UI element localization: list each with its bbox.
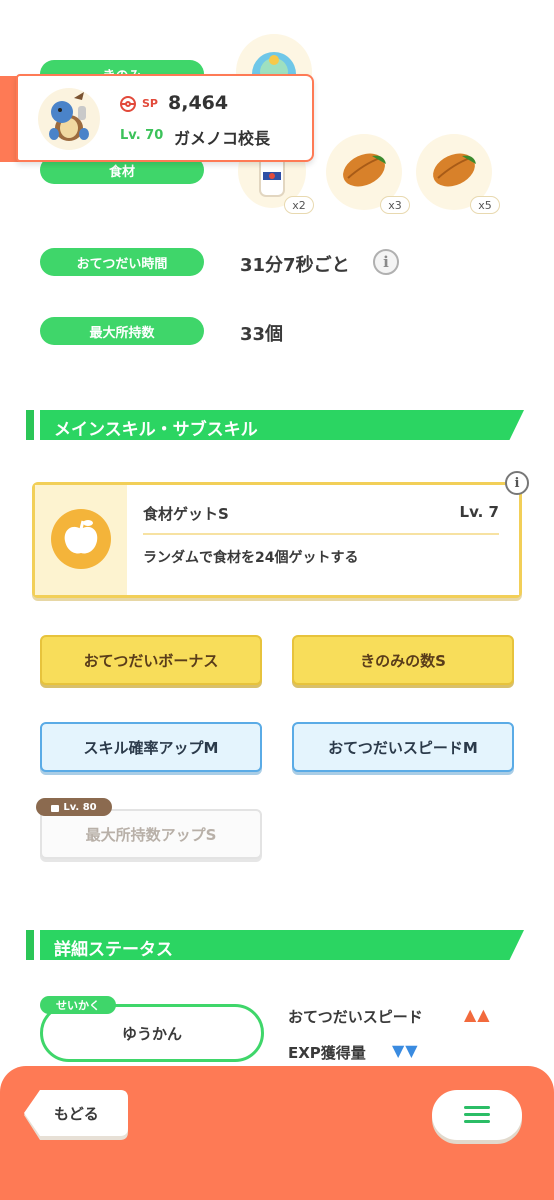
main-skill-divider xyxy=(143,533,499,535)
section-title: メインスキル・サブスキル xyxy=(54,420,258,440)
help-time-value: 31分7秒ごと xyxy=(240,255,350,276)
sub-skill-button[interactable]: スキル確率アップM xyxy=(40,722,262,772)
main-skill-content xyxy=(127,485,519,595)
section-title: 詳細ステータス xyxy=(54,940,173,960)
sub-skill-button-locked[interactable]: 最大所持数アップS xyxy=(40,809,262,859)
sp-value: 8,464 xyxy=(168,92,229,114)
lock-level-badge: Lv. 80 xyxy=(36,798,112,816)
stat-up-label: おてつだいスピード xyxy=(288,1008,423,1026)
stat-down-label: EXP獲得量 xyxy=(288,1044,366,1062)
lock-icon xyxy=(51,804,60,812)
pokemon-card[interactable]: SP 8,464 Lv. 70 ガメノコ校長 xyxy=(16,74,314,162)
nature-value: ゆうかん xyxy=(121,1024,182,1043)
stat-up-marks: ▲▲ xyxy=(464,1005,491,1024)
back-label: もどる xyxy=(54,1105,99,1123)
sub-skill-button[interactable]: おてつだいスピードM xyxy=(292,722,514,772)
ingredient-count-badge: x2 xyxy=(284,196,314,214)
ingredient-item-3[interactable]: x5 xyxy=(416,134,502,216)
sub-skill-button[interactable]: きのみの数S xyxy=(292,635,514,685)
pokemon-name: ガメノコ校長 xyxy=(174,129,271,148)
main-skill-name: 食材ゲットS xyxy=(143,505,229,523)
stat-down-marks: ▼▼ xyxy=(392,1041,419,1060)
pokemon-level: Lv. 70 xyxy=(120,128,164,143)
back-button[interactable]: もどる xyxy=(24,1090,128,1140)
main-skill-card[interactable]: 食材ゲットS Lv. 7 ランダムで食材を24個ゲットする xyxy=(32,482,522,598)
hamburger-menu-icon xyxy=(464,1106,490,1124)
lock-level: Lv. 80 xyxy=(63,801,97,813)
skill-info-icon[interactable]: i xyxy=(505,471,529,495)
ingredient-count-badge: x3 xyxy=(380,196,410,214)
help-time-label-pill: おてつだい時間 xyxy=(40,248,204,276)
info-icon[interactable]: i xyxy=(373,249,399,275)
nature-tag: せいかく xyxy=(40,996,116,1014)
sp-label: SP xyxy=(142,97,158,110)
details-section-banner: 詳細ステータス xyxy=(26,930,524,960)
sub-skill-button[interactable]: おてつだいボーナス xyxy=(40,635,262,685)
ingredient-count-badge: x5 xyxy=(470,196,500,214)
menu-button[interactable] xyxy=(432,1090,522,1140)
ingredient-item-2[interactable]: x3 xyxy=(326,134,412,216)
apple-icon xyxy=(51,509,111,569)
main-skill-description: ランダムで食材を24個ゲットする xyxy=(143,550,359,566)
max-carry-value: 33個 xyxy=(240,324,284,345)
sp-icon xyxy=(120,96,136,112)
main-skill-level: Lv. 7 xyxy=(459,503,499,521)
pokemon-avatar xyxy=(38,88,100,150)
max-carry-label-pill: 最大所持数 xyxy=(40,317,204,345)
skills-section-banner: メインスキル・サブスキル xyxy=(26,410,524,440)
